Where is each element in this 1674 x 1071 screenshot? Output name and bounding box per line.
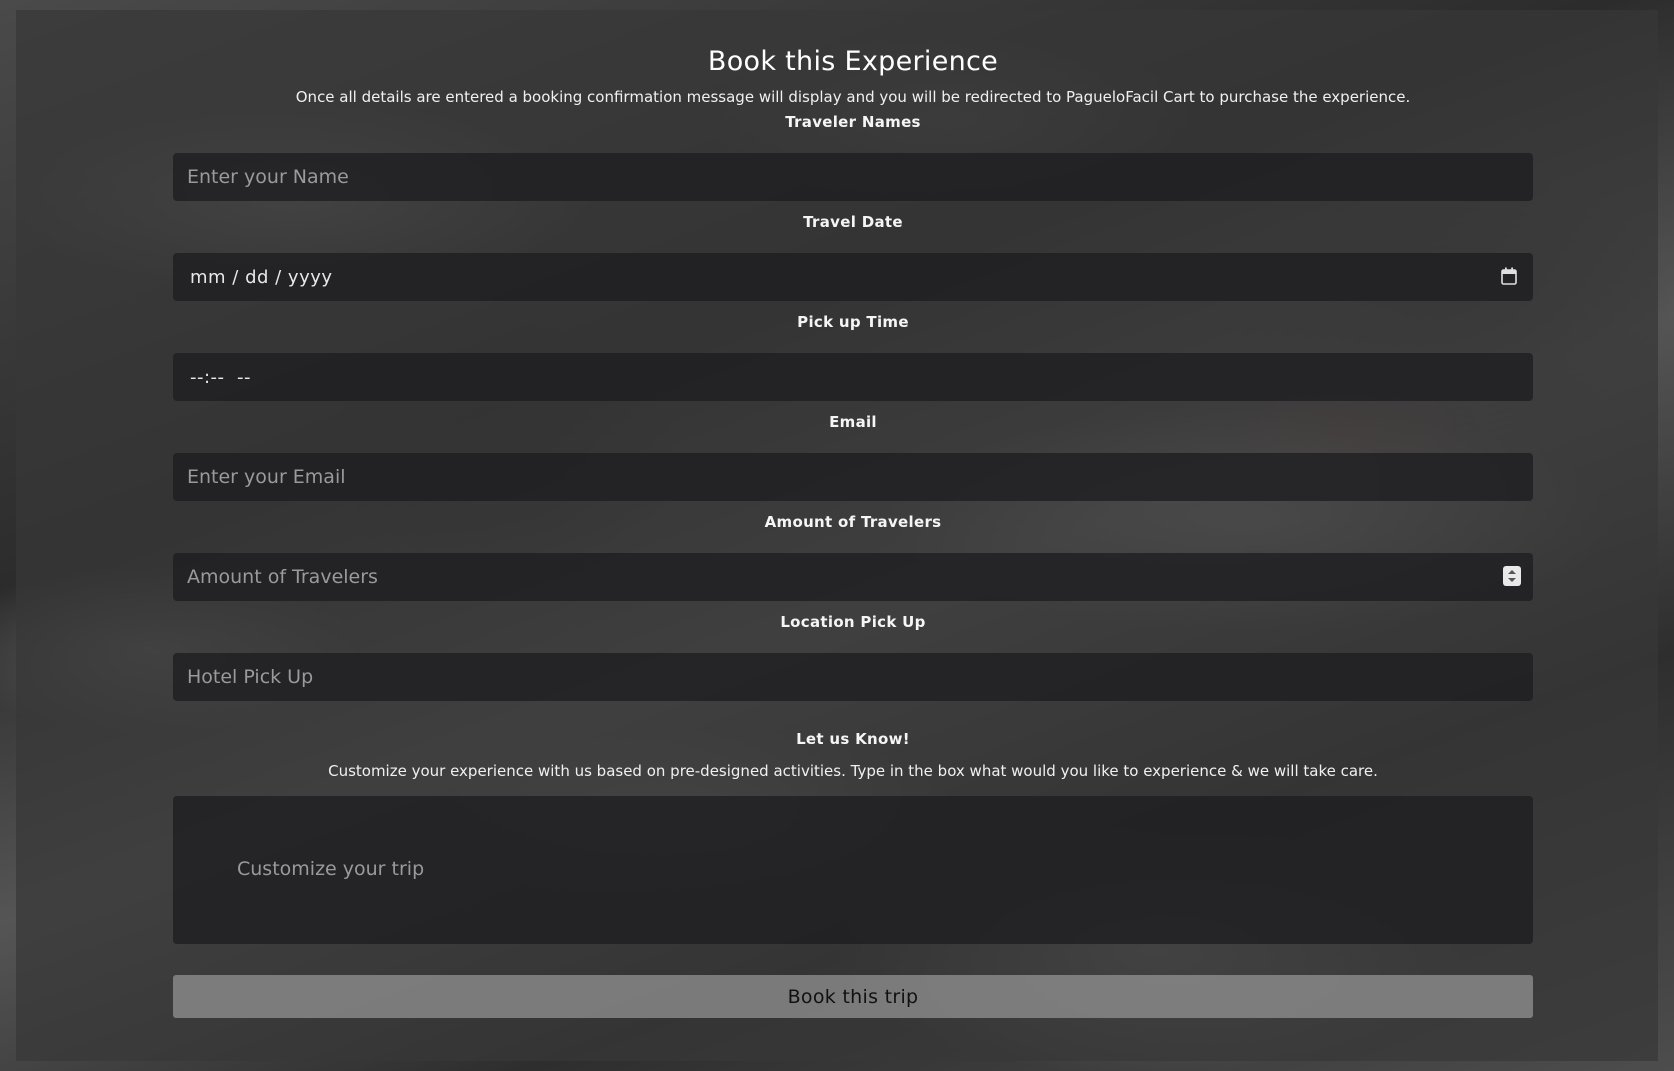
traveler-names-input[interactable]: Enter your Name: [173, 153, 1533, 201]
spinner-down-icon[interactable]: [1508, 578, 1516, 582]
location-pickup-placeholder: Hotel Pick Up: [187, 666, 314, 688]
book-trip-button[interactable]: Book this trip: [173, 975, 1533, 1018]
calendar-icon[interactable]: [1501, 267, 1517, 285]
customize-label: Let us Know!: [796, 730, 910, 748]
spinner-icon[interactable]: [1503, 566, 1521, 586]
travel-date-label: Travel Date: [803, 213, 903, 231]
travel-date-input[interactable]: mm / dd / yyyy: [173, 253, 1533, 301]
pickup-time-value: --:-- --: [190, 366, 251, 388]
amount-travelers-input[interactable]: Amount of Travelers: [173, 553, 1533, 601]
spinner-up-icon[interactable]: [1508, 570, 1516, 574]
customize-description: Customize your experience with us based …: [328, 762, 1378, 780]
page-title: Book this Experience: [707, 46, 999, 77]
location-pickup-label: Location Pick Up: [780, 613, 926, 631]
email-placeholder: Enter your Email: [187, 466, 346, 488]
travel-date-value: mm / dd / yyyy: [190, 266, 333, 288]
email-label: Email: [829, 413, 877, 431]
traveler-names-label: Traveler Names: [785, 113, 921, 131]
email-input[interactable]: Enter your Email: [173, 453, 1533, 501]
traveler-names-placeholder: Enter your Name: [187, 166, 349, 188]
pickup-time-label: Pick up Time: [797, 313, 909, 331]
customize-placeholder: Customize your trip: [237, 858, 425, 880]
booking-panel: Book this Experience Once all details ar…: [16, 10, 1658, 1061]
location-pickup-input[interactable]: Hotel Pick Up: [173, 653, 1533, 701]
amount-travelers-placeholder: Amount of Travelers: [187, 566, 378, 588]
intro-text: Once all details are entered a booking c…: [295, 88, 1411, 106]
pickup-time-input[interactable]: --:-- --: [173, 353, 1533, 401]
amount-travelers-label: Amount of Travelers: [764, 513, 942, 531]
customize-textarea[interactable]: Customize your trip: [173, 796, 1533, 944]
